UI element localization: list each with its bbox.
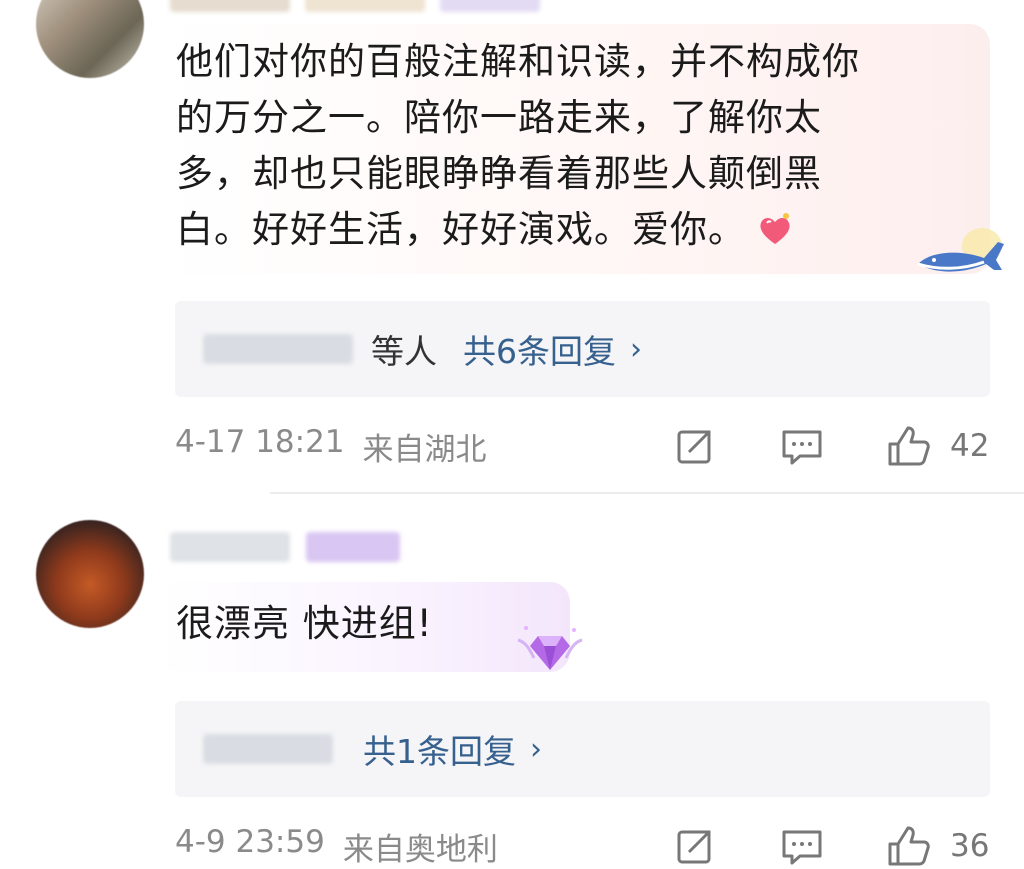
timestamp: 4-17 18:21	[175, 424, 345, 460]
heart-emoji	[756, 211, 794, 249]
comment-line: 的万分之一。陪你一路走来，了解你太	[176, 96, 822, 139]
chevron-right-icon: ›	[530, 731, 542, 767]
username[interactable]	[170, 532, 290, 562]
comment-button[interactable]	[780, 426, 824, 466]
comment-line: 白。好好生活，好好演戏。爱你。	[176, 202, 976, 258]
whale-icon	[912, 220, 1008, 288]
thumbs-up-icon	[888, 826, 930, 866]
user-badge	[306, 532, 400, 562]
thumbs-up-icon	[888, 426, 930, 466]
diamond-badge-icon	[512, 620, 588, 680]
replies-preview[interactable]: 等人 共6条回复 ›	[175, 301, 990, 397]
location: 来自湖北	[362, 432, 487, 468]
comment-meta: 4-9 23:59 来自奥地利	[175, 824, 498, 869]
like-button[interactable]: 36	[886, 824, 989, 868]
comment-line-text: 白。好好生活，好好演戏。爱你。	[176, 208, 746, 251]
comment-text: 很漂亮 快进组!	[176, 602, 433, 645]
view-replies-link[interactable]: 共1条回复 ›	[363, 725, 542, 773]
comment-text: 他们对你的百般注解和识读，并不构成你 的万分之一。陪你一路走来，了解你太 多，却…	[176, 34, 976, 258]
like-button[interactable]: 42	[886, 424, 989, 468]
location: 来自奥地利	[342, 832, 498, 868]
view-replies-link[interactable]: 共6条回复 ›	[463, 325, 642, 373]
replies-preview[interactable]: 共1条回复 ›	[175, 701, 990, 797]
share-icon	[677, 430, 711, 464]
comment-line: 多，却也只能眼睁睁看着那些人颠倒黑	[176, 152, 822, 195]
comment-line: 他们对你的百般注解和识读，并不构成你	[176, 40, 860, 83]
user-badge	[440, 0, 540, 12]
chevron-right-icon: ›	[630, 331, 642, 367]
timestamp: 4-9 23:59	[175, 824, 325, 860]
share-button[interactable]	[675, 826, 715, 866]
reply-user-names	[203, 734, 333, 764]
comment-meta: 4-17 18:21 来自湖北	[175, 424, 487, 469]
reply-names-suffix: 等人	[371, 332, 437, 371]
username[interactable]	[170, 0, 290, 12]
share-button[interactable]	[675, 426, 715, 466]
comment-button[interactable]	[780, 826, 824, 866]
comment-icon	[782, 830, 822, 865]
share-icon	[677, 830, 711, 864]
user-badge	[305, 0, 425, 12]
reply-user-names	[203, 334, 353, 364]
comment-icon	[782, 430, 822, 465]
like-count: 42	[950, 428, 990, 464]
like-count: 36	[950, 828, 990, 864]
reply-count-label: 共6条回复	[463, 332, 616, 371]
avatar[interactable]	[36, 520, 144, 628]
divider	[270, 492, 1024, 494]
avatar[interactable]	[36, 0, 144, 78]
reply-count-label: 共1条回复	[363, 732, 516, 771]
